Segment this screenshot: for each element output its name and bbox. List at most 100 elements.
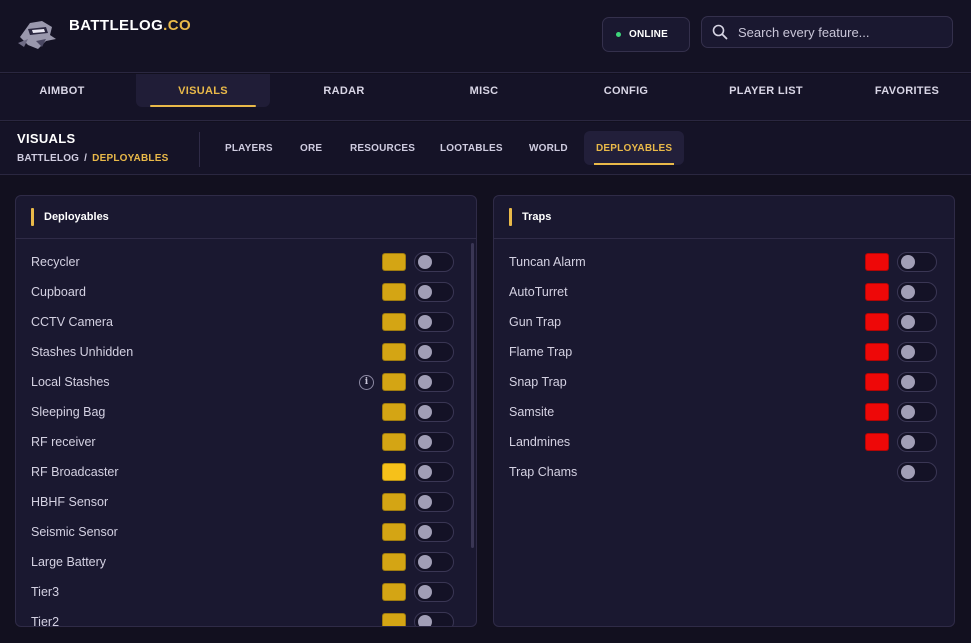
info-icon[interactable]: i [359, 374, 374, 390]
toggle-switch[interactable] [897, 432, 937, 452]
panel-title: Traps [522, 211, 552, 223]
color-swatch[interactable] [865, 313, 889, 331]
section-header: VISUALS BATTLELOG / DEPLOYABLES PLAYERS … [0, 122, 971, 175]
color-swatch[interactable] [865, 373, 889, 391]
item-label: Sleeping Bag [31, 405, 106, 419]
toggle-switch[interactable] [897, 312, 937, 332]
color-swatch[interactable] [382, 343, 406, 361]
item-label: CCTV Camera [31, 315, 113, 329]
toggle-knob [418, 375, 432, 389]
color-swatch[interactable] [865, 343, 889, 361]
color-swatch[interactable] [382, 553, 406, 571]
toggle-knob [418, 435, 432, 449]
color-swatch[interactable] [382, 373, 406, 391]
item-label: Local Stashes [31, 375, 110, 389]
toggle-switch[interactable] [414, 342, 454, 362]
toggle-knob [418, 615, 432, 626]
toggle-switch[interactable] [897, 252, 937, 272]
toggle-switch[interactable] [414, 282, 454, 302]
brand-accent: .CO [163, 17, 192, 34]
scrollbar[interactable] [471, 243, 474, 548]
list-item: Landmines [494, 427, 954, 457]
toggle-knob [418, 255, 432, 269]
subtab-deployables[interactable]: DEPLOYABLES [584, 131, 685, 165]
toggle-switch[interactable] [414, 462, 454, 482]
brand-main: BATTLELOG [69, 17, 164, 34]
color-swatch[interactable] [865, 403, 889, 421]
toggle-knob [418, 585, 432, 599]
color-swatch[interactable] [382, 403, 406, 421]
tab-aimbot[interactable]: AIMBOT [0, 74, 129, 107]
toggle-knob [901, 285, 915, 299]
tab-radar[interactable]: RADAR [277, 74, 411, 107]
color-swatch[interactable] [865, 283, 889, 301]
toggle-switch[interactable] [414, 492, 454, 512]
color-swatch[interactable] [382, 583, 406, 601]
tab-config[interactable]: CONFIG [559, 74, 693, 107]
toggle-knob [901, 375, 915, 389]
list-item: Recycler [16, 247, 476, 277]
status-dot-icon [616, 32, 621, 37]
subtab-world[interactable]: WORLD [517, 131, 580, 165]
color-swatch[interactable] [382, 253, 406, 271]
color-swatch[interactable] [382, 283, 406, 301]
color-swatch[interactable] [382, 433, 406, 451]
item-label: Large Battery [31, 555, 107, 569]
toggle-knob [418, 285, 432, 299]
item-label: Trap Chams [509, 465, 578, 479]
tab-misc[interactable]: MISC [417, 74, 551, 107]
color-swatch[interactable] [865, 253, 889, 271]
search-input[interactable] [738, 24, 938, 40]
item-label: Flame Trap [509, 345, 573, 359]
toggle-switch[interactable] [414, 252, 454, 272]
toggle-switch[interactable] [897, 372, 937, 392]
subtab-lootables[interactable]: LOOTABLES [428, 131, 515, 165]
toggle-switch[interactable] [897, 402, 937, 422]
search-box[interactable] [701, 16, 953, 48]
deployables-list[interactable]: Recycler Cupboard CCTV Camera Stashes Unhid… [16, 239, 476, 627]
tab-player-list[interactable]: PLAYER LIST [699, 74, 833, 107]
subtab-resources[interactable]: RESOURCES [338, 131, 427, 165]
search-icon [712, 24, 728, 40]
toggle-switch[interactable] [414, 552, 454, 572]
item-label: Seismic Sensor [31, 525, 118, 539]
list-item: Snap Trap [494, 367, 954, 397]
panel-header: Traps [494, 196, 954, 239]
toggle-switch[interactable] [414, 582, 454, 602]
toggle-knob [901, 315, 915, 329]
tab-favorites[interactable]: FAVORITES [840, 74, 971, 107]
color-swatch[interactable] [382, 523, 406, 541]
item-label: Tier2 [31, 615, 60, 627]
breadcrumb-root[interactable]: BATTLELOG [17, 153, 79, 164]
toggle-switch[interactable] [414, 432, 454, 452]
list-item: RF receiver [16, 427, 476, 457]
toggle-switch[interactable] [414, 372, 454, 392]
toggle-knob [418, 555, 432, 569]
top-header: BATTLELOG.CO ONLINE [0, 0, 971, 73]
subtab-players[interactable]: PLAYERS [213, 131, 285, 165]
list-item: Tier2 [16, 607, 476, 627]
toggle-switch[interactable] [414, 612, 454, 626]
color-swatch[interactable] [382, 493, 406, 511]
toggle-switch[interactable] [897, 342, 937, 362]
toggle-switch[interactable] [414, 402, 454, 422]
toggle-switch[interactable] [414, 522, 454, 542]
item-label: Samsite [509, 405, 555, 419]
color-swatch[interactable] [382, 463, 406, 481]
toggle-switch[interactable] [414, 312, 454, 332]
toggle-knob [901, 435, 915, 449]
color-swatch[interactable] [382, 613, 406, 626]
list-item: Stashes Unhidden [16, 337, 476, 367]
toggle-switch[interactable] [897, 282, 937, 302]
toggle-switch[interactable] [897, 462, 937, 482]
item-label: Tuncan Alarm [509, 255, 586, 269]
main-nav: AIMBOT VISUALS RADAR MISC CONFIG PLAYER … [0, 74, 971, 121]
color-swatch[interactable] [865, 433, 889, 451]
item-label: Recycler [31, 255, 80, 269]
subtab-ore[interactable]: ORE [288, 131, 334, 165]
color-swatch[interactable] [382, 313, 406, 331]
list-item: Large Battery [16, 547, 476, 577]
breadcrumb-separator: / [84, 153, 88, 164]
item-label: Tier3 [31, 585, 60, 599]
tab-visuals[interactable]: VISUALS [136, 74, 270, 107]
